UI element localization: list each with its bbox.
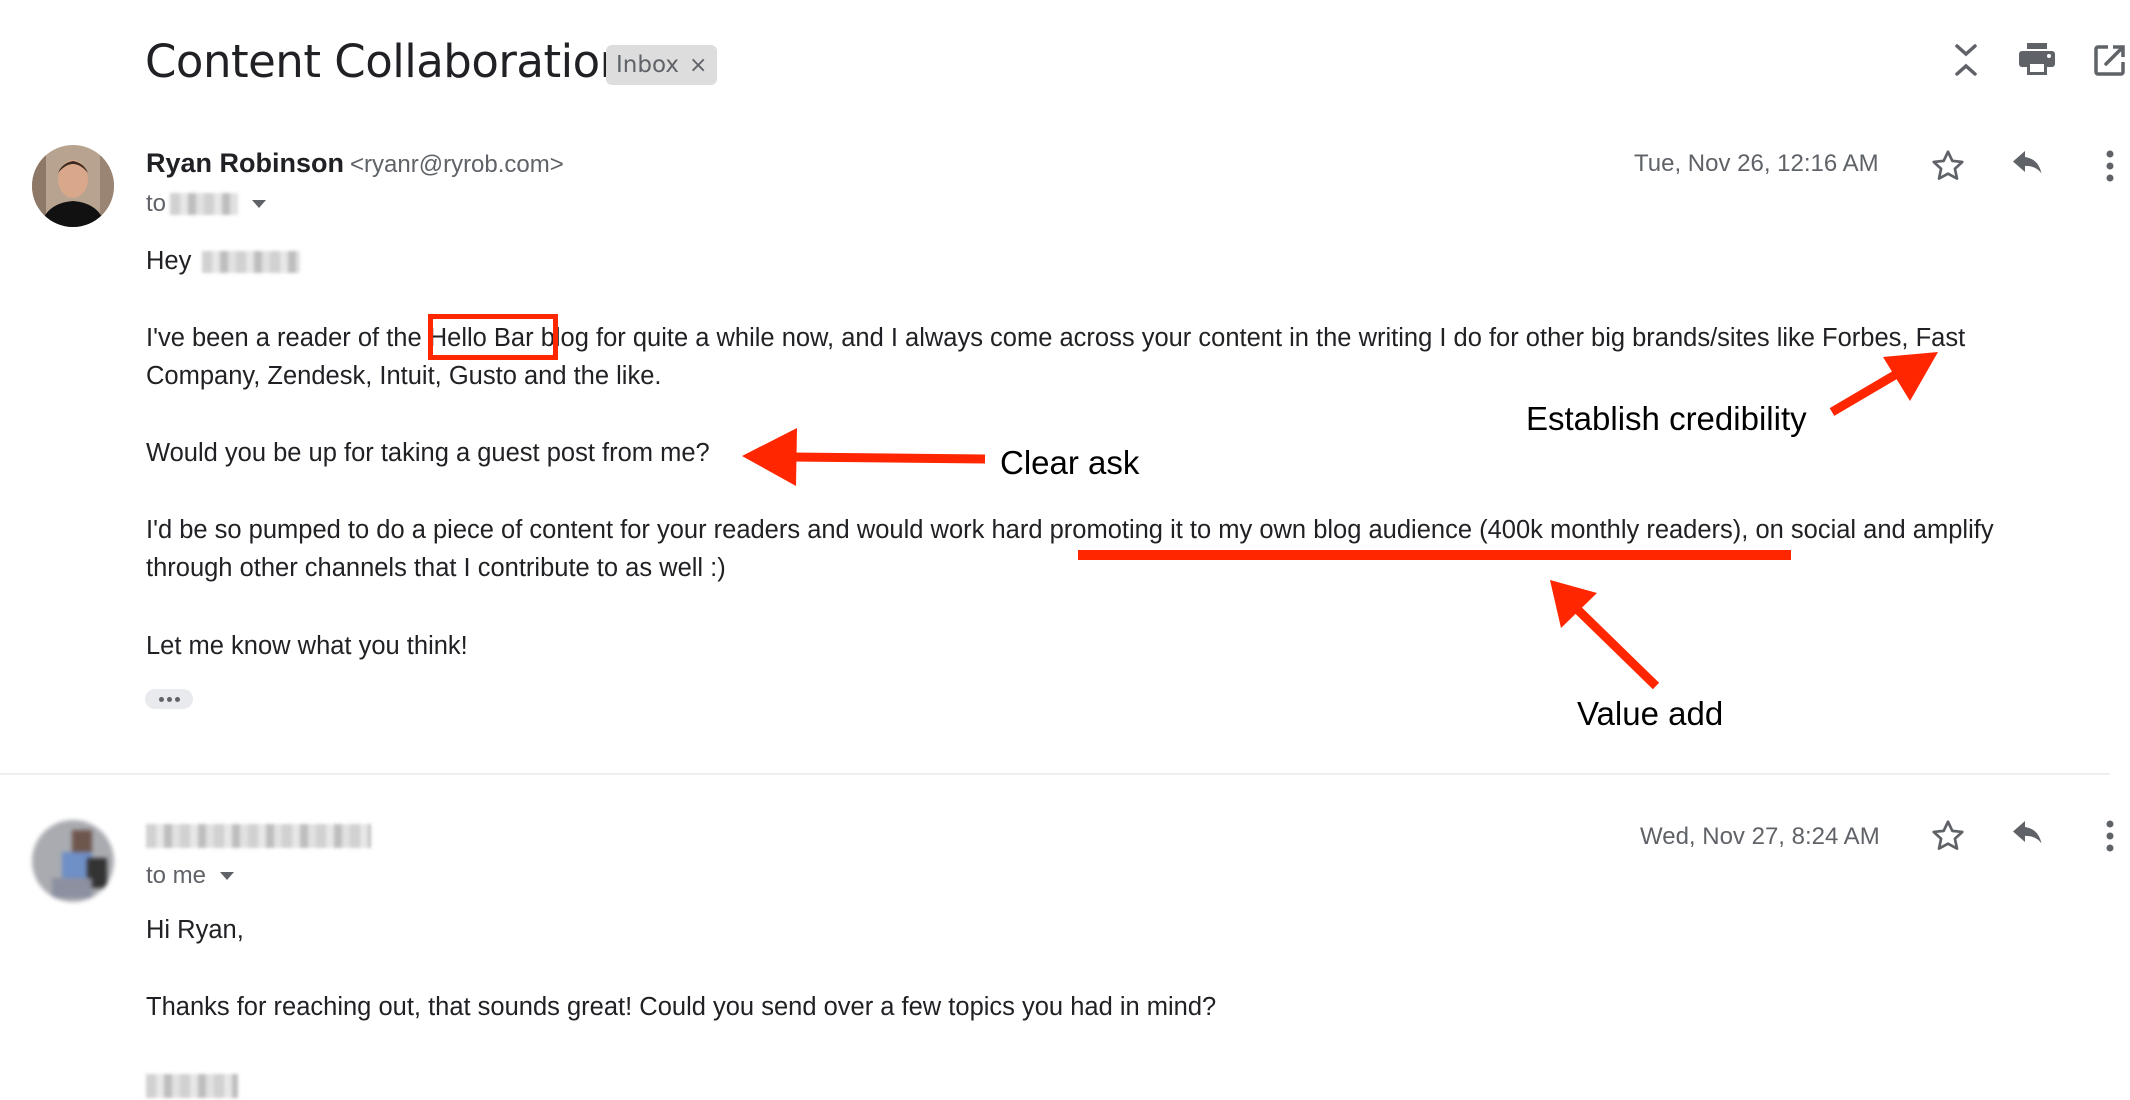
annotation-underline <box>1078 550 1791 560</box>
annotation-credibility-label: Establish credibility <box>1526 400 1807 437</box>
annotation-overlay <box>742 352 1938 690</box>
value-add-arrow <box>1550 580 1660 690</box>
clear-ask-arrow <box>742 428 986 486</box>
credibility-arrow <box>1829 352 1938 416</box>
annotation-clear-ask-label: Clear ask <box>1000 444 1140 481</box>
annotation-value-add-label: Value add <box>1577 695 1724 732</box>
